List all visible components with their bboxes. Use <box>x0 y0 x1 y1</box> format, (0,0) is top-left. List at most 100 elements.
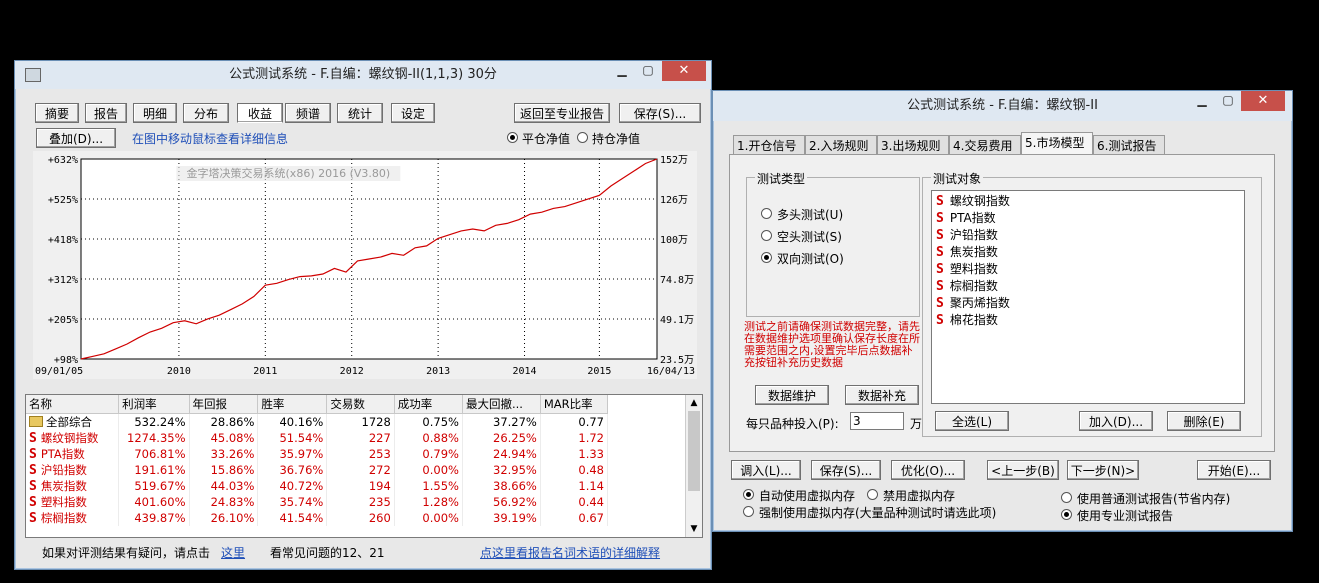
flat-equity-radio[interactable] <box>507 132 518 143</box>
delete-object-button[interactable]: 删除(E) <box>1167 411 1241 431</box>
test-object-item[interactable]: S PTA指数 <box>936 210 996 226</box>
row-name-cell: 全部综合 <box>26 413 120 430</box>
cell-trades: 1728 <box>326 413 395 430</box>
invest-input[interactable] <box>850 412 904 430</box>
tab-0[interactable]: 摘要 <box>35 103 79 123</box>
formula-test-window-returns: 公式测试系统 - F.自编：螺纹钢-II(1,1,3) 30分 ▁ ▢ ✕ 摘要… <box>14 60 712 570</box>
close-icon[interactable]: ✕ <box>1241 91 1285 111</box>
x-tick-label: 09/01/05 <box>35 366 83 377</box>
table-row[interactable]: S 沪铅指数 191.61% 15.86% 36.76% 272 0.00% 32.95% 0.… <box>26 462 609 478</box>
overlay-button[interactable]: 叠加(D)... <box>36 128 116 148</box>
table-row[interactable]: 全部综合 532.24% 28.86% 40.16% 1728 0.75% 37.27% 0.… <box>26 413 609 430</box>
equity-curve-chart[interactable]: +632% 152万 +525% 126万 +418% 100万 +312% 74.8万 +20… <box>33 151 697 379</box>
mem-force-radio[interactable] <box>743 506 754 517</box>
terms-explanation-link[interactable]: 点这里看报告名词术语的详细解释 <box>480 544 660 561</box>
tab-7[interactable]: 设定 <box>391 103 435 123</box>
row-name-cell: S 沪铅指数 <box>26 462 120 478</box>
report-normal-radio[interactable] <box>1061 492 1072 503</box>
test-object-item[interactable]: S 聚丙烯指数 <box>936 295 1010 311</box>
maximize-icon[interactable]: ▢ <box>1215 91 1241 111</box>
wizard-tab-5[interactable]: 6.测试报告 <box>1093 135 1165 155</box>
cell-win: 35.74% <box>257 494 328 510</box>
column-header[interactable]: 交易数 <box>326 395 395 414</box>
y-right-tick-label: 74.8万 <box>660 275 694 286</box>
y-left-tick-label: +525% <box>48 195 78 206</box>
add-object-button[interactable]: 加入(D)... <box>1079 411 1153 431</box>
table-row[interactable]: S 焦炭指数 519.67% 44.03% 40.72% 194 1.55% 38.66% 1.… <box>26 478 609 494</box>
wizard-tab-1[interactable]: 2.入场规则 <box>805 135 877 155</box>
tab-3[interactable]: 分布 <box>183 103 229 123</box>
column-header[interactable]: 胜率 <box>257 395 328 414</box>
window-titlebar[interactable]: 公式测试系统 - F.自编：螺纹钢-II(1,1,3) 30分 <box>15 61 711 89</box>
data-maintain-button[interactable]: 数据维护 <box>755 385 829 405</box>
table-row[interactable]: S PTA指数 706.81% 33.26% 35.97% 253 0.79% 24.94% 1… <box>26 446 609 462</box>
hold-equity-radio[interactable] <box>577 132 588 143</box>
cell-mar: 0.77 <box>540 413 609 430</box>
select-all-button[interactable]: 全选(L) <box>935 411 1009 431</box>
tab-1[interactable]: 报告 <box>85 103 127 123</box>
start-button[interactable]: 开始(E)... <box>1197 460 1271 480</box>
prev-step-button[interactable]: <上一步(B) <box>987 460 1059 480</box>
test-object-item[interactable]: S 棉花指数 <box>936 312 998 328</box>
data-supplement-button[interactable]: 数据补充 <box>845 385 919 405</box>
test-type-title: 测试类型 <box>755 170 808 187</box>
test-objects-list[interactable]: S 螺纹钢指数 S PTA指数 S 沪铅指数 S 焦炭指数 S 塑料指数 S 棕榈指数 S 聚丙烯指数 S 棉… <box>931 190 1245 404</box>
symbol-s-icon: S <box>29 495 37 510</box>
cell-trades: 260 <box>326 510 395 526</box>
table-scrollbar[interactable]: ▲ ▼ <box>685 395 702 537</box>
tab-5[interactable]: 频谱 <box>285 103 331 123</box>
save-button[interactable]: 保存(S)... <box>619 103 701 123</box>
test-object-item[interactable]: S 塑料指数 <box>936 261 998 277</box>
scroll-thumb[interactable] <box>688 411 700 491</box>
cell-annual: 44.03% <box>189 478 259 494</box>
test-object-item[interactable]: S 棕榈指数 <box>936 278 998 294</box>
save-config-button[interactable]: 保存(S)... <box>811 460 881 480</box>
test-type-radio-1[interactable] <box>761 230 772 241</box>
wizard-tab-4[interactable]: 5.市场模型 <box>1021 132 1093 155</box>
report-pro-radio[interactable] <box>1061 509 1072 520</box>
column-header[interactable]: 名称 <box>26 395 120 414</box>
scroll-up-icon[interactable]: ▲ <box>686 395 702 411</box>
table-row[interactable]: S 棕榈指数 439.87% 26.10% 41.54% 260 0.00% 39.19% 0.… <box>26 510 609 526</box>
test-object-label: 沪铅指数 <box>949 228 998 242</box>
column-header[interactable]: MAR比率 <box>540 395 609 414</box>
minimize-icon[interactable]: ▁ <box>609 61 635 81</box>
minimize-icon[interactable]: ▁ <box>1189 91 1215 111</box>
mem-disable-radio[interactable] <box>867 489 878 500</box>
footer-here-link[interactable]: 这里 <box>221 544 245 561</box>
test-object-item[interactable]: S 螺纹钢指数 <box>936 193 1010 209</box>
cell-win: 40.16% <box>257 413 328 430</box>
cell-mar: 1.72 <box>540 430 609 446</box>
close-icon[interactable]: ✕ <box>662 61 706 81</box>
column-header[interactable]: 最大回撤... <box>462 395 541 414</box>
column-header[interactable]: 成功率 <box>394 395 463 414</box>
wizard-tab-2[interactable]: 3.出场规则 <box>877 135 949 155</box>
row-name: PTA指数 <box>40 447 85 461</box>
column-header[interactable]: 年回报 <box>189 395 259 414</box>
return-pro-report-button[interactable]: 返回至专业报告 <box>514 103 610 123</box>
test-object-item[interactable]: S 沪铅指数 <box>936 227 998 243</box>
tab-4[interactable]: 收益 <box>237 103 283 123</box>
next-step-button[interactable]: 下一步(N)> <box>1067 460 1139 480</box>
test-object-item[interactable]: S 焦炭指数 <box>936 244 998 260</box>
scroll-down-icon[interactable]: ▼ <box>686 521 702 537</box>
table-row[interactable]: S 塑料指数 401.60% 24.83% 35.74% 235 1.28% 56.92% 0.… <box>26 494 609 510</box>
cell-profit: 439.87% <box>118 510 190 526</box>
column-header[interactable]: 利润率 <box>118 395 190 414</box>
row-name-cell: S 棕榈指数 <box>26 510 120 526</box>
y-left-tick-label: +205% <box>48 315 78 326</box>
tab-6[interactable]: 统计 <box>337 103 383 123</box>
wizard-tab-3[interactable]: 4.交易费用 <box>949 135 1021 155</box>
symbol-s-icon: S <box>936 313 944 328</box>
mem-auto-radio[interactable] <box>743 489 754 500</box>
symbol-s-icon: S <box>936 228 944 243</box>
test-type-label-2: 双向测试(O) <box>777 252 844 266</box>
tab-2[interactable]: 明细 <box>133 103 177 123</box>
table-row[interactable]: S 螺纹钢指数 1274.35% 45.08% 51.54% 227 0.88% 26.25%… <box>26 430 609 446</box>
load-button[interactable]: 调入(L)... <box>731 460 801 480</box>
wizard-tab-0[interactable]: 1.开仓信号 <box>733 135 805 155</box>
maximize-icon[interactable]: ▢ <box>635 61 661 81</box>
test-type-radio-0[interactable] <box>761 208 772 219</box>
optimize-button[interactable]: 优化(O)... <box>891 460 965 480</box>
test-type-radio-2[interactable] <box>761 252 772 263</box>
